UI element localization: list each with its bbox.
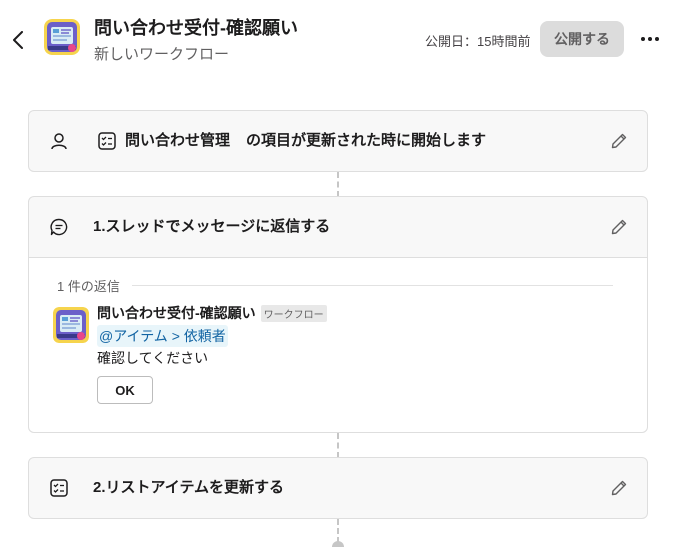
edit-pencil-icon[interactable] [609, 217, 629, 237]
workflow-badge: ワークフロー [260, 304, 327, 322]
workflow-header: 問い合わせ受付-確認願い 新しいワークフロー 公開日：15時間前 公開する [0, 0, 676, 80]
divider [131, 285, 613, 286]
step-1-title: 1.スレッドでメッセージに返信する [93, 218, 331, 235]
trigger-description: 問い合わせ管理 の項目が更新された時に開始します [97, 131, 486, 151]
message-preview: 1 件の返信 問い合わせ受付-確認願い ワークフロー @アイテム > 依頼者 確… [29, 257, 647, 432]
more-options-icon[interactable] [636, 28, 664, 50]
message-text: 確認してください [97, 350, 209, 366]
workflow-app-icon [44, 19, 80, 55]
edit-pencil-icon[interactable] [609, 131, 629, 151]
trigger-card[interactable]: 問い合わせ管理 の項目が更新された時に開始します [28, 110, 648, 172]
workflow-title: 問い合わせ受付-確認願い [94, 18, 298, 38]
workflow-subtitle: 新しいワークフロー [94, 46, 230, 63]
trigger-list-name: 問い合わせ管理 [125, 132, 231, 149]
person-icon [49, 131, 69, 151]
step-connector [337, 433, 339, 458]
trigger-text: の項目が更新された時に開始します [246, 132, 487, 149]
sender-name: 問い合わせ受付-確認願い [97, 305, 256, 321]
step-2-title: 2.リストアイテムを更新する [93, 479, 285, 496]
step-connector [337, 519, 339, 543]
published-time: 公開日：15時間前 [425, 34, 531, 49]
publish-button[interactable]: 公開する [540, 21, 624, 57]
back-arrow-icon[interactable] [8, 28, 28, 52]
mention-token[interactable]: @アイテム > 依頼者 [97, 325, 228, 347]
edit-pencil-icon[interactable] [609, 478, 629, 498]
ok-button[interactable]: OK [97, 376, 153, 404]
step-2-card[interactable]: 2.リストアイテムを更新する [28, 457, 648, 519]
list-icon [49, 478, 69, 498]
sender-name-row: 問い合わせ受付-確認願い ワークフロー [97, 303, 327, 323]
step-connector [337, 172, 339, 197]
list-icon [97, 131, 117, 151]
thread-reply-icon [49, 217, 69, 237]
reply-count: 1 件の返信 [57, 279, 120, 294]
add-step-dot[interactable] [332, 541, 344, 547]
step-1-card[interactable]: 1.スレッドでメッセージに返信する 1 件の返信 問い合わせ受付-確認願い ワー… [28, 196, 648, 433]
sender-avatar [53, 307, 89, 343]
